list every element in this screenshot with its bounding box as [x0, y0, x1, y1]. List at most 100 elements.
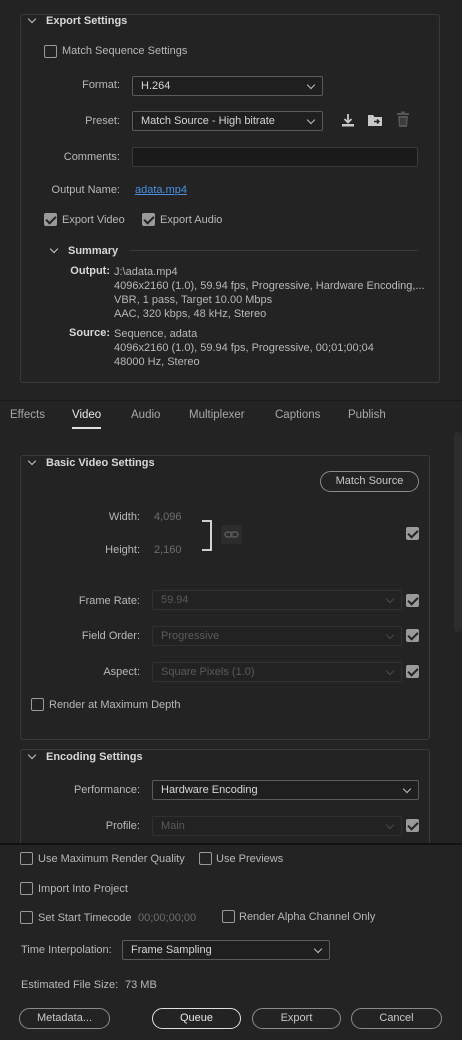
preset-dropdown[interactable]: Match Source - High bitrate — [132, 111, 323, 131]
basic-video-header[interactable]: Basic Video Settings — [28, 457, 155, 469]
frame-rate-dropdown[interactable]: 59.94 — [152, 590, 402, 610]
export-settings-title: Export Settings — [46, 15, 128, 27]
import-preset-icon[interactable] — [367, 112, 385, 128]
aspect-checkbox[interactable] — [406, 665, 419, 678]
queue-button[interactable]: Queue — [152, 1008, 241, 1029]
profile-label: Profile: — [105, 820, 140, 832]
width-height-override-checkbox[interactable] — [406, 527, 419, 540]
export-button[interactable]: Export — [252, 1008, 341, 1029]
chevron-down-icon — [385, 630, 395, 640]
summary-output-line: J:\adata.mp4 — [114, 266, 178, 278]
chevron-down-icon — [306, 115, 316, 125]
aspect-label: Aspect: — [103, 666, 140, 678]
time-interpolation-label: Time Interpolation: — [21, 944, 112, 956]
start-timecode-value[interactable]: 00;00;00;00 — [138, 912, 196, 924]
performance-label: Performance: — [73, 784, 140, 796]
chevron-down-icon — [28, 16, 38, 26]
render-max-depth-label: Render at Maximum Depth — [49, 699, 181, 711]
scrollbar[interactable] — [454, 432, 462, 632]
estimated-size-label: Estimated File Size: — [21, 979, 119, 991]
output-name-link[interactable]: adata.mp4 — [135, 184, 187, 196]
render-max-depth-checkbox[interactable] — [31, 698, 44, 711]
summary-source-line: Sequence, adata — [114, 328, 198, 340]
render-alpha-label: Render Alpha Channel Only — [239, 911, 376, 923]
summary-header[interactable]: Summary — [50, 245, 118, 257]
export-settings-panel: Export Settings Match Sequence Settings … — [0, 0, 462, 400]
export-video-checkbox[interactable] — [44, 213, 57, 226]
metadata-button[interactable]: Metadata... — [19, 1008, 110, 1029]
chevron-down-icon — [402, 784, 412, 794]
time-interpolation-value: Frame Sampling — [131, 944, 212, 956]
aspect-value: Square Pixels (1.0) — [161, 666, 255, 678]
chevron-down-icon — [28, 752, 38, 762]
active-tab-indicator — [72, 427, 101, 429]
tab-publish[interactable]: Publish — [348, 409, 386, 421]
save-preset-icon[interactable] — [340, 112, 356, 128]
set-start-timecode-checkbox[interactable] — [20, 911, 33, 924]
summary-source-key: Source: — [69, 327, 110, 339]
summary-output-line: AAC, 320 kbps, 48 kHz, Stereo — [114, 308, 267, 320]
time-interpolation-dropdown[interactable]: Frame Sampling — [122, 940, 330, 960]
field-order-label: Field Order: — [81, 630, 140, 642]
preset-value: Match Source - High bitrate — [141, 115, 275, 127]
width-label: Width: — [108, 511, 140, 523]
height-value[interactable]: 2,160 — [154, 544, 182, 556]
summary-divider — [130, 250, 418, 251]
profile-dropdown[interactable]: Main — [152, 816, 402, 836]
max-render-quality-checkbox[interactable] — [20, 852, 33, 865]
constrain-bracket-icon — [202, 520, 212, 551]
encoding-header[interactable]: Encoding Settings — [28, 751, 143, 763]
match-source-button[interactable]: Match Source — [320, 471, 419, 492]
delete-preset-icon[interactable] — [395, 111, 411, 128]
chevron-down-icon — [50, 246, 60, 256]
summary-output-key: Output: — [70, 265, 110, 277]
estimated-size-value: 73 MB — [125, 979, 157, 991]
field-order-value: Progressive — [161, 630, 220, 642]
chevron-down-icon — [28, 458, 38, 468]
format-dropdown[interactable]: H.264 — [132, 76, 323, 96]
preset-label: Preset: — [85, 115, 120, 127]
basic-video-title: Basic Video Settings — [46, 457, 155, 469]
summary-output-line: 4096x2160 (1.0), 59.94 fps, Progressive,… — [114, 280, 425, 292]
summary-source-line: 48000 Hz, Stereo — [114, 356, 200, 368]
export-settings-header[interactable]: Export Settings — [28, 15, 127, 27]
match-sequence-checkbox[interactable] — [44, 45, 57, 58]
frame-rate-value: 59.94 — [161, 594, 189, 606]
tab-multiplexer[interactable]: Multiplexer — [189, 409, 245, 421]
width-value[interactable]: 4,096 — [154, 511, 182, 523]
tab-effects[interactable]: Effects — [10, 409, 45, 421]
frame-rate-checkbox[interactable] — [406, 594, 419, 607]
format-label: Format: — [82, 79, 120, 91]
match-sequence-label: Match Sequence Settings — [62, 45, 188, 57]
output-name-label: Output Name: — [51, 184, 120, 196]
use-previews-label: Use Previews — [216, 853, 284, 865]
format-value: H.264 — [141, 80, 171, 92]
chevron-down-icon — [313, 944, 323, 954]
render-alpha-checkbox[interactable] — [222, 910, 235, 923]
comments-field[interactable] — [132, 147, 418, 167]
chevron-down-icon — [385, 666, 395, 676]
tab-video[interactable]: Video — [72, 409, 101, 421]
link-dimensions-button[interactable] — [221, 525, 242, 544]
set-start-timecode-label: Set Start Timecode — [38, 912, 132, 924]
frame-rate-label: Frame Rate: — [78, 595, 140, 607]
tab-captions[interactable]: Captions — [275, 409, 320, 421]
import-into-project-checkbox[interactable] — [20, 882, 33, 895]
chevron-down-icon — [385, 820, 395, 830]
tab-audio[interactable]: Audio — [131, 409, 160, 421]
max-render-quality-label: Use Maximum Render Quality — [38, 853, 185, 865]
export-audio-label: Export Audio — [160, 214, 223, 226]
performance-dropdown[interactable]: Hardware Encoding — [152, 780, 419, 800]
field-order-dropdown[interactable]: Progressive — [152, 626, 402, 646]
profile-checkbox[interactable] — [406, 819, 419, 832]
encoding-title: Encoding Settings — [46, 751, 143, 763]
field-order-checkbox[interactable] — [406, 629, 419, 642]
export-audio-checkbox[interactable] — [142, 213, 155, 226]
comments-label: Comments: — [63, 151, 120, 163]
summary-source-line: 4096x2160 (1.0), 59.94 fps, Progressive,… — [114, 342, 374, 354]
summary-output-line: VBR, 1 pass, Target 10.00 Mbps — [114, 294, 273, 306]
use-previews-checkbox[interactable] — [199, 852, 212, 865]
aspect-dropdown[interactable]: Square Pixels (1.0) — [152, 662, 402, 682]
cancel-button[interactable]: Cancel — [351, 1008, 442, 1029]
performance-value: Hardware Encoding — [161, 784, 258, 796]
